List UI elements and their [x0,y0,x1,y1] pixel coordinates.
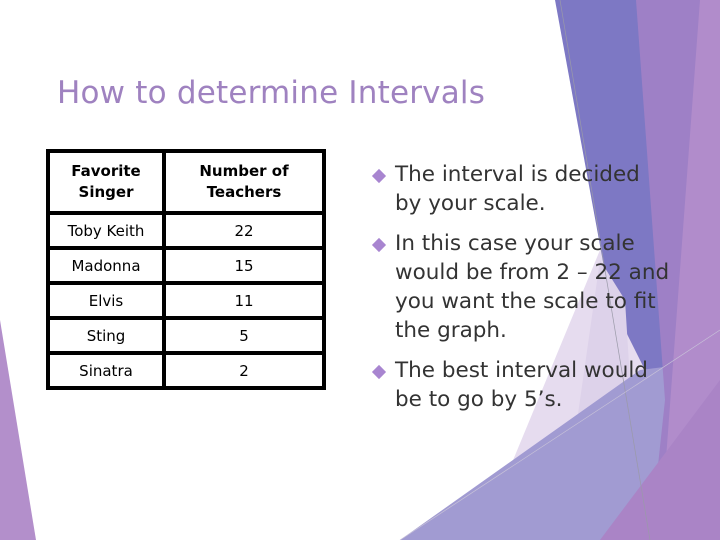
teachers-cell: 2 [162,351,326,390]
header-number-of-teachers: Number of Teachers [162,149,326,215]
singer-cell: Sting [46,316,166,355]
table-row: Sinatra 2 [46,351,326,390]
singer-cell: Toby Keith [46,211,166,250]
teachers-cell: 11 [162,281,326,320]
bullet-text: In this case your scale would be from 2 … [395,231,670,343]
bullet-item: The best interval would be to go by 5’s. [371,356,672,414]
left-accent-triangle [0,320,36,540]
diamond-bullet-icon [371,364,387,380]
header-favorite-singer: Favorite Singer [46,149,166,215]
teachers-cell: 5 [162,316,326,355]
bullet-item: The interval is decided by your scale. [371,160,672,218]
slide-title: How to determine Intervals [57,74,486,111]
singer-teacher-table: Favorite Singer Number of Teachers Toby … [46,149,326,390]
singer-cell: Sinatra [46,351,166,390]
singer-cell: Elvis [46,281,166,320]
table-row: Toby Keith 22 [46,211,326,250]
bullet-text: The interval is decided by your scale. [395,162,640,216]
table-header-row: Favorite Singer Number of Teachers [46,149,326,215]
bullet-text: The best interval would be to go by 5’s. [395,358,648,412]
diamond-bullet-icon [371,237,387,253]
diamond-bullet-icon [371,168,387,184]
table-row: Madonna 15 [46,246,326,285]
bullet-item: In this case your scale would be from 2 … [371,229,672,345]
singer-cell: Madonna [46,246,166,285]
table-row: Elvis 11 [46,281,326,320]
table-row: Sting 5 [46,316,326,355]
teachers-cell: 15 [162,246,326,285]
bullet-list: The interval is decided by your scale. I… [371,160,672,425]
teachers-cell: 22 [162,211,326,250]
